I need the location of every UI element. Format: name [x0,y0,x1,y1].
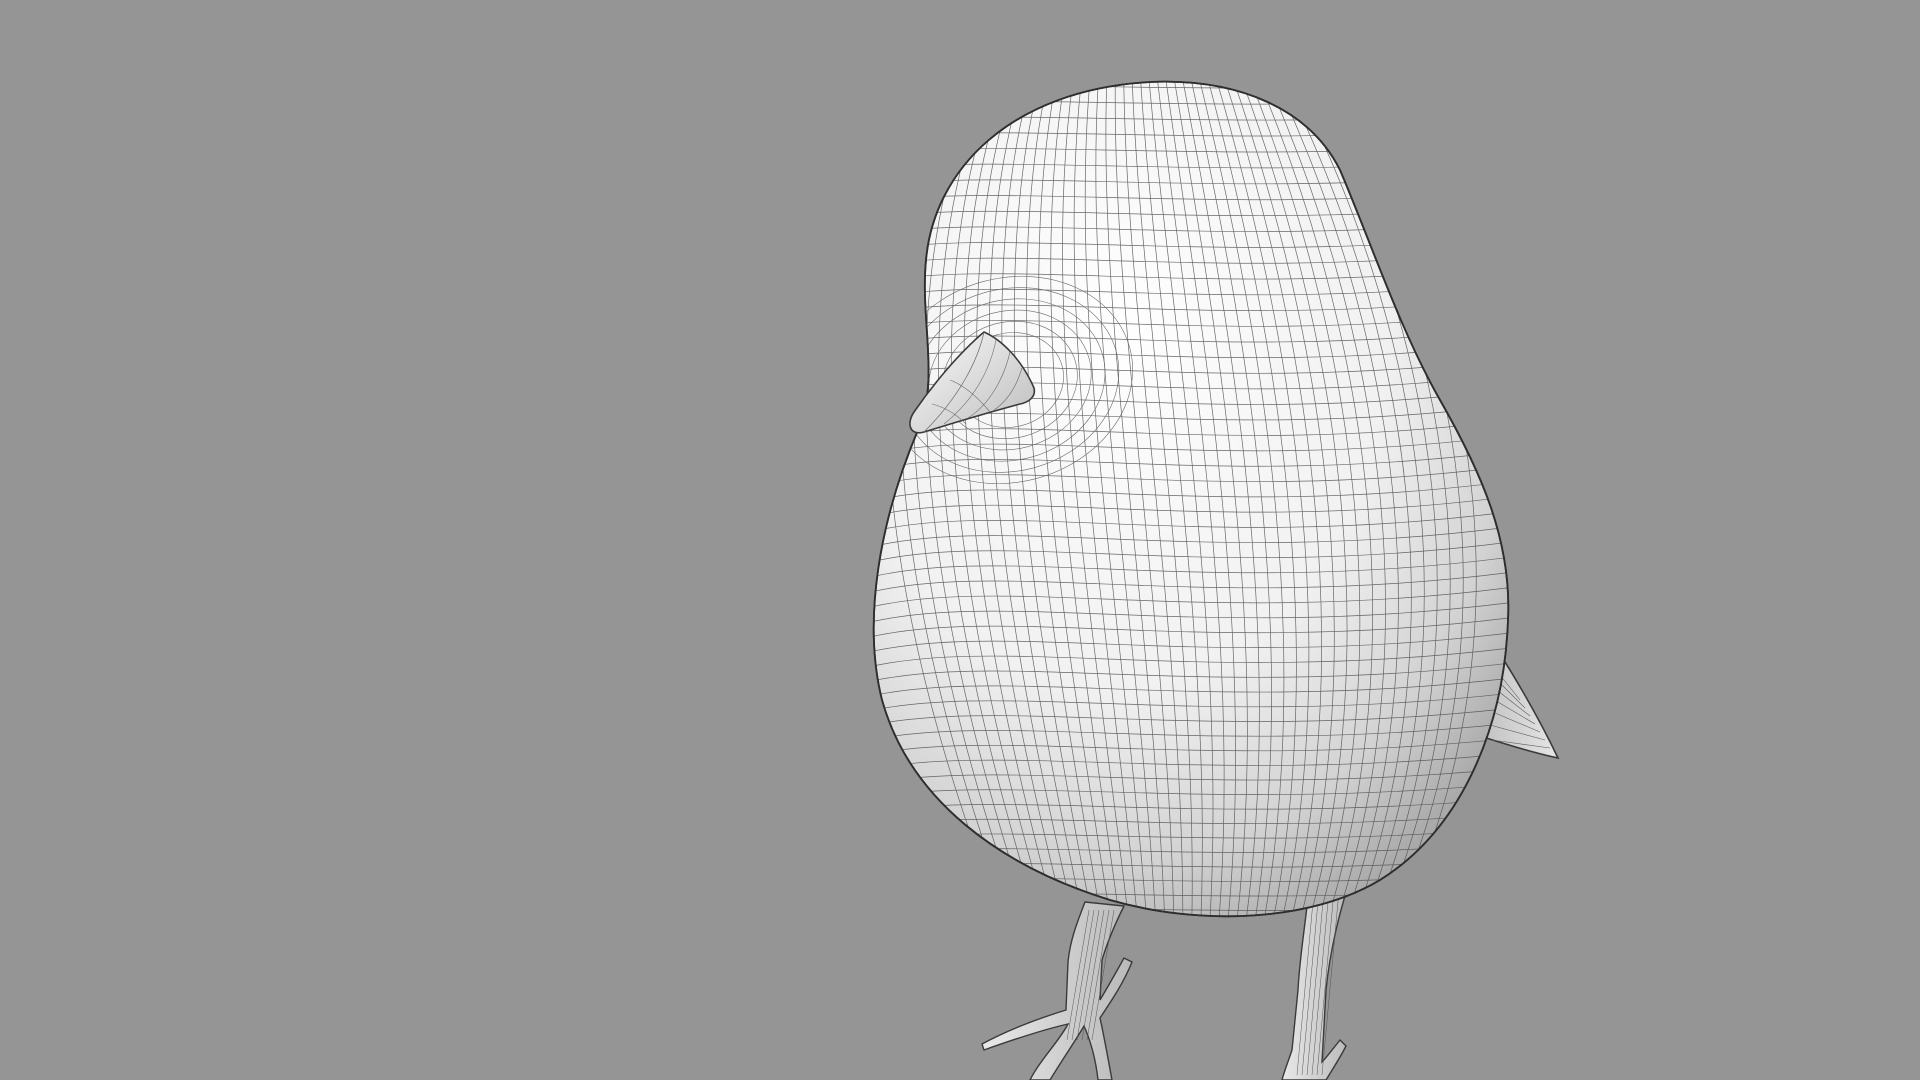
viewport-canvas [860,80,1560,1080]
body-wire-row [860,918,1520,928]
3d-viewport[interactable] [0,0,1920,1080]
left-leg [981,901,1133,1080]
body-wire-row [860,933,1520,942]
bird-body [860,80,1520,942]
